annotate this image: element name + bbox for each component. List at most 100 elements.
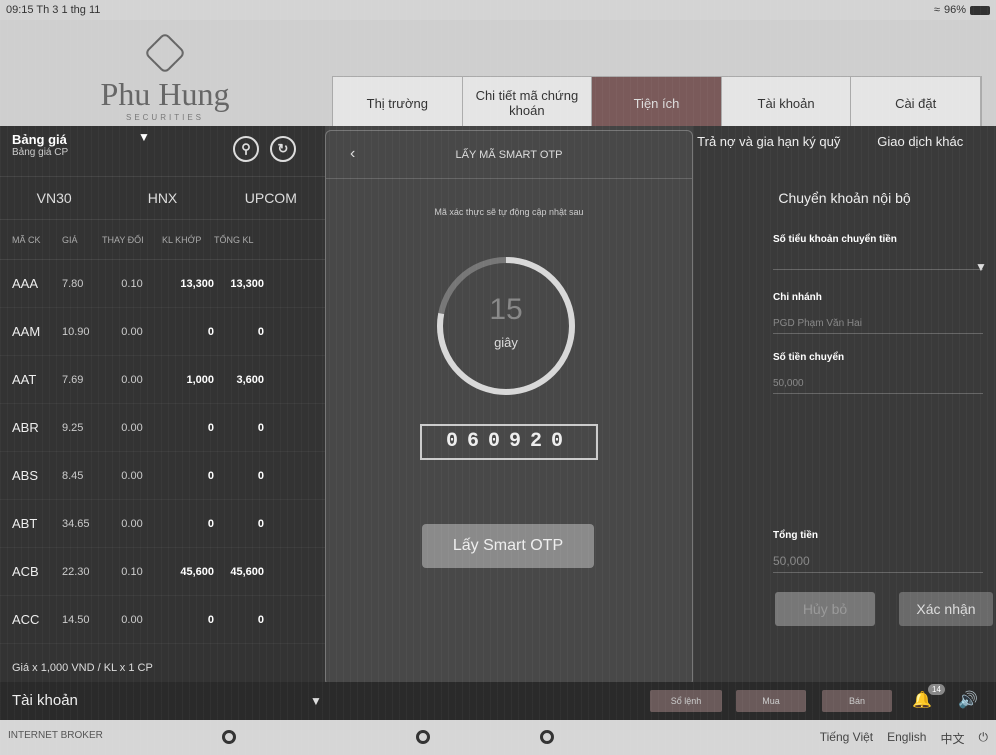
confirm-button[interactable]: Xác nhận <box>899 592 993 626</box>
tab-upcom[interactable]: UPCOM <box>217 190 325 206</box>
modal-header: ‹ LẤY MÃ SMART OTP <box>326 131 692 179</box>
row-matched: 0 <box>207 421 214 434</box>
row-matched: 0 <box>207 325 214 338</box>
circle-icon[interactable] <box>416 730 430 744</box>
chevron-down-icon[interactable]: ▼ <box>975 260 987 274</box>
row-change: 0.00 <box>121 325 143 338</box>
status-right: ≈ 96% <box>934 4 990 16</box>
row-total: 0 <box>257 517 264 530</box>
tab-hnx[interactable]: HNX <box>108 190 216 206</box>
sell-button[interactable]: Bán <box>822 690 892 712</box>
row-change: 0.00 <box>121 469 143 482</box>
back-chevron-icon[interactable]: ‹ <box>350 145 355 163</box>
cancel-button[interactable]: Hủy bỏ <box>775 592 875 626</box>
app-header: Phu Hung SECURITIES Thị trường Chi tiết … <box>0 20 996 130</box>
lang-chinese[interactable]: 中文 <box>940 730 964 747</box>
tab-vn30[interactable]: VN30 <box>0 190 108 206</box>
table-row[interactable]: ABR 9.25 0.00 0 0 <box>0 404 325 452</box>
top-nav: Thị trường Chi tiết mã chứng khoán Tiện … <box>332 76 982 130</box>
col-symbol: MÃ CK <box>12 234 41 245</box>
table-row[interactable]: ACB 22.30 0.10 45,600 45,600 <box>0 548 325 596</box>
countdown-number: 15 <box>489 293 523 326</box>
row-total: 0 <box>257 325 264 338</box>
branch-value: PGD Phạm Văn Hai <box>773 318 983 334</box>
table-header: MÃ CK GIÁ THAY ĐỔI KL KHỚP TỔNG KL <box>0 220 325 260</box>
price-board-header[interactable]: Bảng giá Bảng giá CP ▼ ⚲ ↻ <box>0 126 325 176</box>
row-change: 0.00 <box>121 373 143 386</box>
table-row[interactable]: AAM 10.90 0.00 0 0 <box>0 308 325 356</box>
tab-margin-repay[interactable]: Trả nợ và gia hạn ký quỹ <box>693 126 845 176</box>
row-symbol: ACC <box>12 612 40 627</box>
price-unit-note: Giá x 1,000 VND / KL x 1 CP <box>12 662 153 674</box>
circle-icon[interactable] <box>540 730 554 744</box>
row-change: 0.00 <box>121 517 143 530</box>
speaker-icon[interactable]: 🔊 <box>958 690 978 710</box>
right-tabs: Trả nợ và gia hạn ký quỹ Giao dịch khác <box>693 126 996 176</box>
subaccount-select[interactable] <box>773 254 983 270</box>
row-change: 0.00 <box>121 421 143 434</box>
power-icon[interactable]: ⏻ <box>979 730 989 747</box>
row-symbol: AAM <box>12 324 41 339</box>
row-change: 0.10 <box>121 277 143 290</box>
row-price: 9.25 <box>62 421 84 434</box>
tab-cai-dat[interactable]: Cài đặt <box>851 77 981 129</box>
row-matched: 0 <box>207 469 214 482</box>
row-price: 22.30 <box>62 565 90 578</box>
notification-badge: 14 <box>928 684 945 695</box>
lang-vietnamese[interactable]: Tiếng Việt <box>820 730 873 747</box>
table-row[interactable]: ABS 8.45 0.00 0 0 <box>0 452 325 500</box>
battery-icon <box>970 5 990 15</box>
row-price: 10.90 <box>62 325 90 338</box>
row-matched: 1,000 <box>186 373 214 386</box>
table-row[interactable]: AAA 7.80 0.10 13,300 13,300 <box>0 260 325 308</box>
row-price: 8.45 <box>62 469 84 482</box>
row-change: 0.10 <box>121 565 143 578</box>
col-total: TỔNG KL <box>214 234 254 245</box>
table-row[interactable]: ACC 14.50 0.00 0 0 <box>0 596 325 644</box>
clock-icon[interactable] <box>222 730 236 744</box>
otp-note: Mã xác thực sẽ tự động cập nhật sau <box>434 207 584 217</box>
search-icon[interactable]: ⚲ <box>233 136 259 162</box>
field-label-total: Tổng tiền <box>773 530 818 541</box>
row-matched: 0 <box>207 613 214 626</box>
row-change: 0.00 <box>121 613 143 626</box>
account-label[interactable]: Tài khoản <box>12 692 78 709</box>
buy-button[interactable]: Mua <box>736 690 806 712</box>
total-value: 50,000 <box>773 554 983 573</box>
price-board-subtitle: Bảng giá CP <box>12 147 69 158</box>
row-price: 7.80 <box>62 277 84 290</box>
field-label-branch: Chi nhánh <box>773 292 822 303</box>
col-matched: KL KHỚP <box>162 234 202 245</box>
market-tabs: VN30 HNX UPCOM <box>0 176 325 220</box>
row-symbol: AAT <box>12 372 37 387</box>
tab-thi-truong[interactable]: Thị trường <box>333 77 463 129</box>
price-board-panel: Bảng giá Bảng giá CP ▼ ⚲ ↻ VN30 HNX UPCO… <box>0 126 325 682</box>
status-bar: 09:15 Th 3 1 thg 11 ≈ 96% <box>0 0 996 20</box>
row-price: 34.65 <box>62 517 90 530</box>
table-row[interactable]: AAT 7.69 0.00 1,000 3,600 <box>0 356 325 404</box>
transfer-panel: Trả nợ và gia hạn ký quỹ Giao dịch khác … <box>693 126 996 682</box>
get-smart-otp-button[interactable]: Lấy Smart OTP <box>422 524 594 568</box>
field-label-subaccount: Số tiểu khoản chuyển tiền <box>773 234 897 245</box>
row-price: 14.50 <box>62 613 90 626</box>
tab-chi-tiet-ma[interactable]: Chi tiết mã chứng khoán <box>463 77 593 129</box>
price-board-title: Bảng giá <box>12 132 67 147</box>
amount-input[interactable]: 50,000 <box>773 378 983 394</box>
refresh-icon[interactable]: ↻ <box>270 136 296 162</box>
lang-english[interactable]: English <box>887 730 926 747</box>
smart-otp-modal: ‹ LẤY MÃ SMART OTP Mã xác thực sẽ tự độn… <box>325 130 693 686</box>
row-symbol: ABS <box>12 468 39 483</box>
field-label-amount: Số tiền chuyển <box>773 352 845 363</box>
row-symbol: AAA <box>12 276 39 291</box>
tab-other-transactions[interactable]: Giao dịch khác <box>845 126 996 176</box>
chevron-down-icon[interactable]: ▼ <box>310 694 322 708</box>
table-row[interactable]: ABT 34.65 0.00 0 0 <box>0 500 325 548</box>
row-total: 0 <box>257 421 264 434</box>
row-total: 45,600 <box>230 565 264 578</box>
logo: Phu Hung SECURITIES <box>80 31 250 128</box>
chevron-down-icon[interactable]: ▼ <box>138 130 150 144</box>
transfer-title: Chuyển khoản nội bộ <box>778 190 911 206</box>
order-book-button[interactable]: Sổ lệnh <box>650 690 722 712</box>
tab-tien-ich[interactable]: Tiện ích <box>592 77 722 129</box>
tab-tai-khoan[interactable]: Tài khoản <box>722 77 852 129</box>
